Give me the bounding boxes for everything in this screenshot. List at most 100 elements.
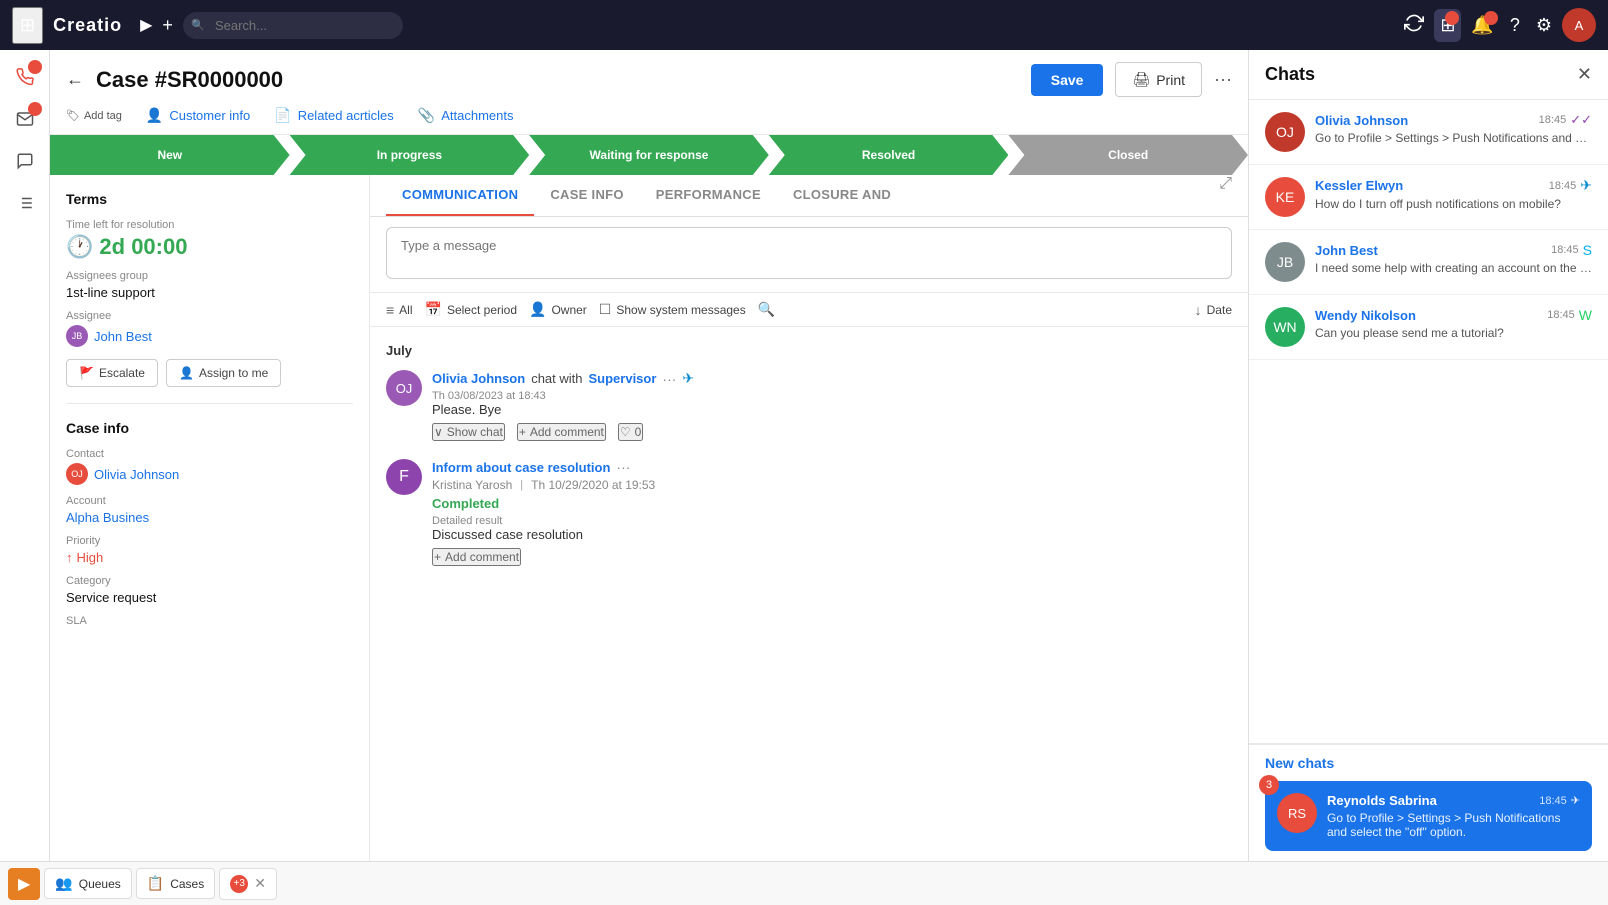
grid-menu-icon[interactable]: ⊞ <box>12 7 43 44</box>
assign-icon: 👤 <box>179 366 194 380</box>
new-chat-item[interactable]: 3 RS Reynolds Sabrina 18:45 ✈ Go to Prof… <box>1265 781 1592 851</box>
terms-title: Terms <box>66 191 353 207</box>
more-options-button[interactable]: ··· <box>1214 69 1232 90</box>
add-tag[interactable]: 🏷 Add tag <box>66 109 122 122</box>
chat-icon-btn[interactable] <box>6 142 44 180</box>
filter-search[interactable]: 🔍 <box>758 301 775 318</box>
search-input[interactable] <box>183 12 403 39</box>
related-articles-link[interactable]: 📄 Related acrticles <box>274 107 394 124</box>
message-more-btn[interactable]: ··· <box>662 371 676 387</box>
contact-value[interactable]: Olivia Johnson <box>94 467 179 482</box>
notifications-icon-btn[interactable]: 🔔 <box>1465 9 1499 42</box>
escalate-button[interactable]: 🚩 Escalate <box>66 359 158 387</box>
new-chats-section: New chats 3 RS Reynolds Sabrina 18:45 ✈ … <box>1249 743 1608 861</box>
help-icon-btn[interactable]: ? <box>1504 9 1526 42</box>
save-button[interactable]: Save <box>1031 64 1104 96</box>
like-button[interactable]: ♡ 0 <box>618 423 643 441</box>
add-comment-button[interactable]: + Add comment <box>517 423 606 441</box>
new-chat-telegram-icon: ✈ <box>1571 794 1580 807</box>
tag-icon: 🏷 <box>66 109 80 122</box>
taskbar-count-item[interactable]: +3 ✕ <box>219 868 277 900</box>
settings-icon-btn[interactable]: ⚙ <box>1530 9 1558 42</box>
timer-display: 🕐 2d 00:00 <box>66 234 353 260</box>
message-input[interactable] <box>386 227 1232 279</box>
search-icon: 🔍 <box>758 301 775 318</box>
chat-name-4: Wendy Nikolson <box>1315 308 1416 323</box>
apps-icon-btn[interactable]: ⊞ <box>1434 9 1461 42</box>
chat-name-2: Kessler Elwyn <box>1315 178 1403 193</box>
task-result: Discussed case resolution <box>432 527 1232 542</box>
taskbar-cases[interactable]: 📋 Cases <box>136 868 215 899</box>
customer-info-link[interactable]: 👤 Customer info <box>146 107 250 124</box>
status-in-progress[interactable]: In progress <box>290 135 530 175</box>
tab-communication[interactable]: COMMUNICATION <box>386 175 534 216</box>
chat-info-2: Kessler Elwyn 18:45 ✈ How do I turn off … <box>1315 177 1592 211</box>
new-chats-title: New chats <box>1265 755 1592 771</box>
assign-to-me-button[interactable]: 👤 Assign to me <box>166 359 281 387</box>
taskbar-close-button[interactable]: ✕ <box>254 875 266 892</box>
status-new[interactable]: New <box>50 135 290 175</box>
task-add-comment-button[interactable]: + Add comment <box>432 548 521 566</box>
assignee-value[interactable]: John Best <box>94 329 152 344</box>
status-waiting[interactable]: Waiting for response <box>529 135 769 175</box>
refresh-icon-btn[interactable] <box>1398 7 1430 44</box>
apps-badge <box>1445 11 1459 25</box>
print-button[interactable]: 🖨 Print <box>1115 62 1202 97</box>
tab-case-info[interactable]: CASE INFO <box>534 175 639 216</box>
chat-avatar-1: OJ <box>1265 112 1305 152</box>
chat-name-3: John Best <box>1315 243 1378 258</box>
category-value: Service request <box>66 590 353 605</box>
taskbar-queues[interactable]: 👥 Queues <box>44 868 131 899</box>
task-time: Th 10/29/2020 at 19:53 <box>531 478 655 492</box>
case-title: Case #SR0000000 <box>96 67 1019 93</box>
assignee-label: Assignee <box>66 310 353 322</box>
message-avatar: OJ <box>386 370 422 406</box>
new-chat-badge: 3 <box>1259 775 1279 795</box>
chat-item-4[interactable]: WN Wendy Nikolson 18:45 W Can you please… <box>1249 295 1608 360</box>
filter-period[interactable]: 📅 Select period <box>425 301 517 318</box>
chat-item-3[interactable]: JB John Best 18:45 S I need some help wi… <box>1249 230 1608 295</box>
message-with[interactable]: Supervisor <box>589 371 657 386</box>
chat-avatar-4: WN <box>1265 307 1305 347</box>
priority-label: Priority <box>66 535 353 547</box>
app-logo: Creatio <box>53 15 122 36</box>
add-button[interactable]: + <box>162 15 173 36</box>
tabs-row: COMMUNICATION CASE INFO PERFORMANCE CLOS… <box>370 175 1248 217</box>
task-title[interactable]: Inform about case resolution <box>432 460 610 475</box>
action-buttons: 🚩 Escalate 👤 Assign to me <box>66 359 353 387</box>
list-icon-btn[interactable] <box>6 184 44 222</box>
status-resolved[interactable]: Resolved <box>769 135 1009 175</box>
new-chat-time: 18:45 ✈ <box>1539 794 1580 807</box>
back-button[interactable]: ← <box>66 69 84 90</box>
message-text: Please. Bye <box>432 402 1232 417</box>
email-icon-btn[interactable] <box>6 100 44 138</box>
filter-date[interactable]: ↓ Date <box>1195 302 1232 318</box>
status-closed[interactable]: Closed <box>1008 135 1248 175</box>
assignees-group-label: Assignees group <box>66 270 353 282</box>
account-value[interactable]: Alpha Busines <box>66 510 353 525</box>
tab-closure[interactable]: CLOSURE AND <box>777 175 907 216</box>
chat-item[interactable]: OJ Olivia Johnson 18:45 ✓✓ Go to Profile… <box>1249 100 1608 165</box>
gear-icon: ⚙ <box>1536 15 1552 35</box>
chat-item-2[interactable]: KE Kessler Elwyn 18:45 ✈ How do I turn o… <box>1249 165 1608 230</box>
chats-close-button[interactable]: ✕ <box>1577 64 1592 85</box>
expand-icon[interactable]: ⤢ <box>1219 175 1232 216</box>
telegram-icon-2: ✈ <box>1580 177 1592 194</box>
filter-owner[interactable]: 👤 Owner <box>529 301 587 318</box>
filter-bar: ≡ All 📅 Select period 👤 Owner ☐ <box>370 293 1248 327</box>
chevron-down-icon: ∨ <box>434 425 443 439</box>
tab-performance[interactable]: PERFORMANCE <box>640 175 777 216</box>
message-author[interactable]: Olivia Johnson <box>432 371 525 386</box>
user-avatar[interactable]: A <box>1562 8 1596 42</box>
play-button[interactable]: ▶ <box>140 15 152 35</box>
taskbar-home[interactable]: ▶ <box>8 868 40 900</box>
show-chat-button[interactable]: ∨ Show chat <box>432 423 505 441</box>
phone-icon-btn[interactable] <box>6 58 44 96</box>
attachments-link[interactable]: 📎 Attachments <box>418 107 514 124</box>
case-body: Terms Time left for resolution 🕐 2d 00:0… <box>50 175 1248 861</box>
chat-name-1: Olivia Johnson <box>1315 113 1408 128</box>
filter-all[interactable]: ≡ All <box>386 302 413 318</box>
task-more-btn[interactable]: ··· <box>616 459 630 475</box>
filter-system-messages[interactable]: ☐ Show system messages <box>599 301 746 318</box>
clock-icon: 🕐 <box>66 234 93 260</box>
